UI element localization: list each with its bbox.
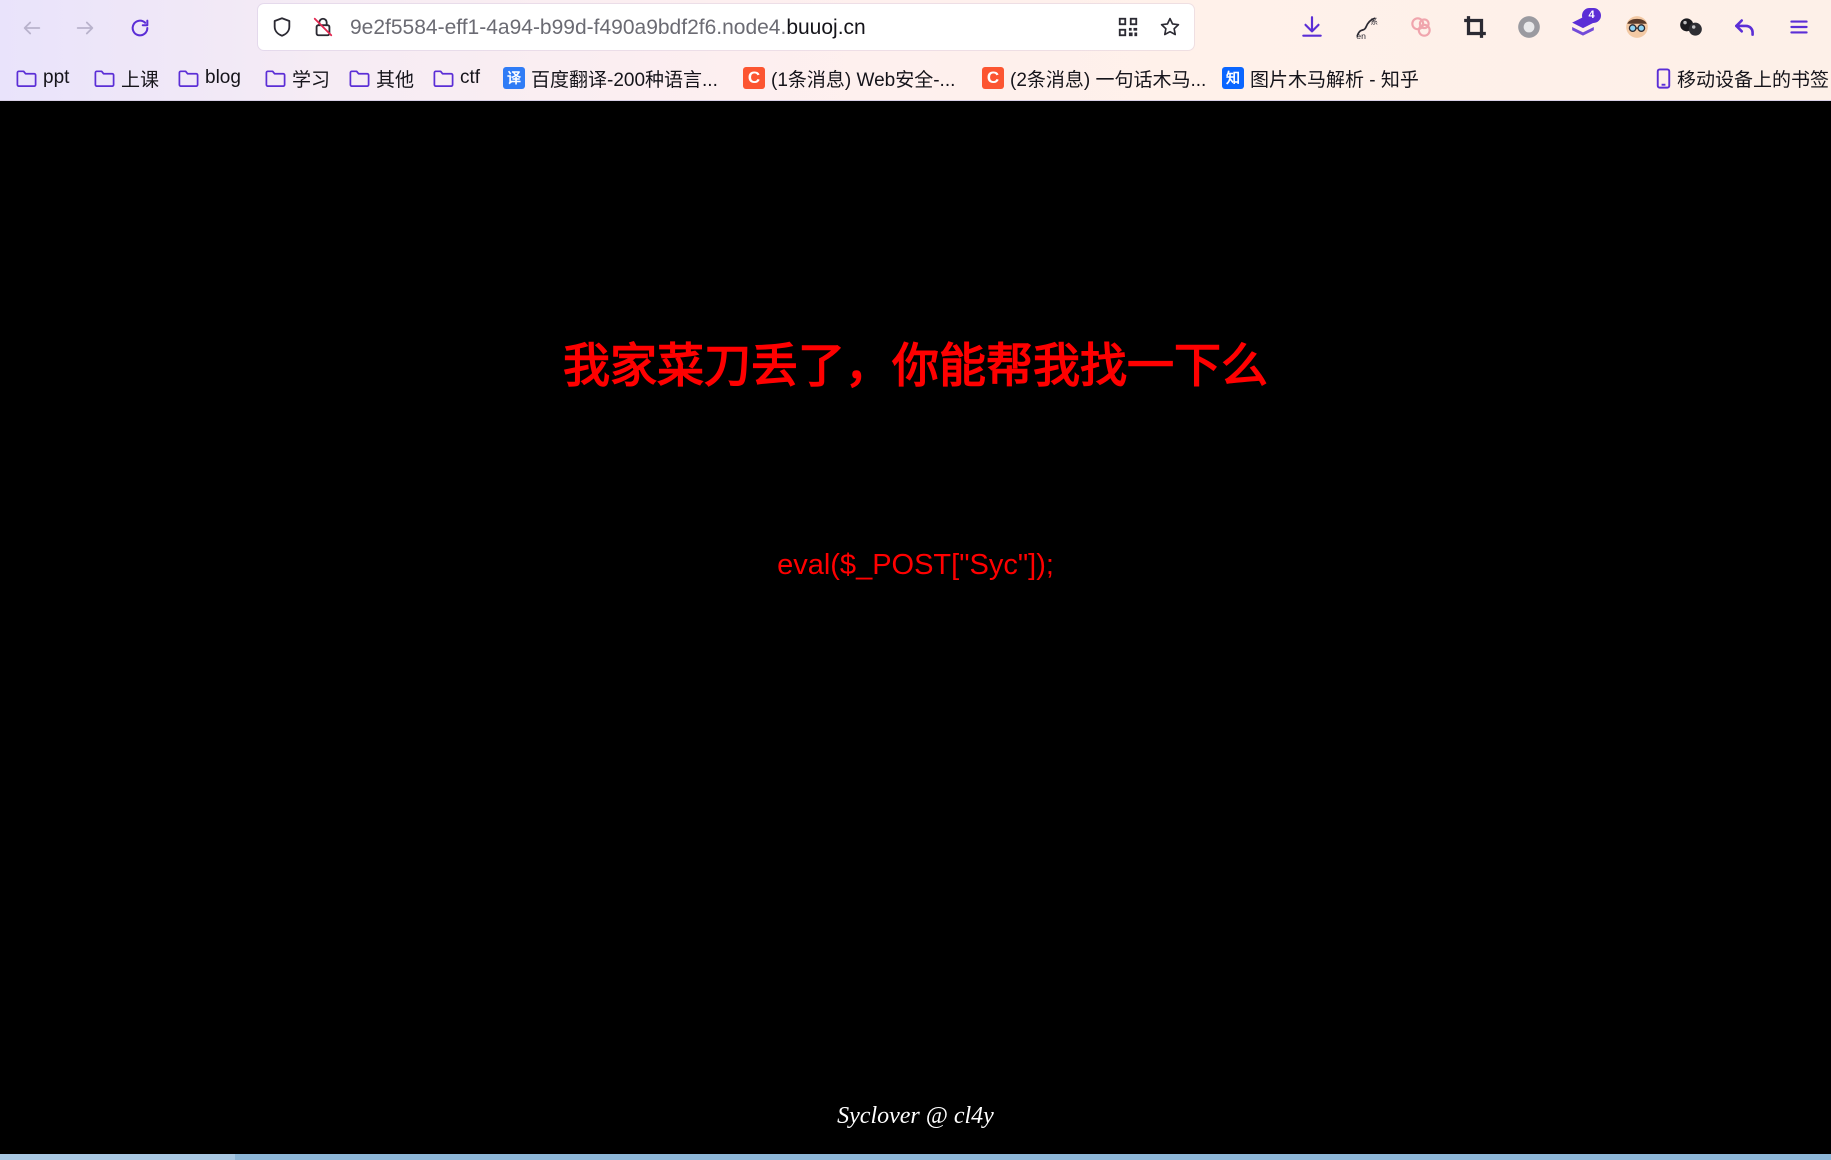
bookmark-zhihu-image-trojan[interactable]: 知 图片木马解析 - 知乎 <box>1221 64 1419 92</box>
folder-icon <box>347 66 371 90</box>
bookmark-baidu-translate[interactable]: 译 百度翻译-200种语言... <box>502 64 718 92</box>
folder-icon <box>92 66 116 90</box>
csdn-favicon: C <box>742 66 766 90</box>
record-extension-button[interactable] <box>1513 11 1545 43</box>
bookmark-star-icon[interactable] <box>1158 15 1182 39</box>
bookmark-folder-ctf[interactable]: ctf <box>431 64 480 92</box>
translate-favicon: 译 <box>502 66 526 90</box>
folder-icon <box>14 66 38 90</box>
horizontal-scrollbar[interactable] <box>0 1154 1831 1160</box>
eval-code-text: eval($_POST["Syc"]); <box>777 549 1054 581</box>
glasses-face-icon <box>1626 16 1648 38</box>
svg-text:en: en <box>1356 31 1366 40</box>
app-menu-button[interactable] <box>1783 11 1815 43</box>
scrollbar-thumb[interactable] <box>0 1154 235 1160</box>
crop-icon <box>1464 16 1486 38</box>
arrow-left-icon <box>23 21 41 35</box>
balls-extension-button[interactable] <box>1675 11 1707 43</box>
mobile-bookmarks-button[interactable]: 移动设备上的书签 <box>1651 64 1829 92</box>
folder-icon <box>263 66 287 90</box>
translate-extension-button[interactable]: en 系 <box>1350 11 1382 43</box>
forward-button[interactable] <box>67 10 103 46</box>
linked-circles-icon <box>1411 17 1431 37</box>
insecure-lock-icon[interactable] <box>311 15 335 39</box>
black-balls-icon <box>1680 18 1702 36</box>
extension-count-badge: 4 <box>1582 8 1601 23</box>
page-footer-credit: Syclover @ cl4y <box>837 1103 994 1129</box>
bookmark-label: (1条消息) Web安全-... <box>771 69 956 91</box>
hamburger-menu-icon <box>1790 20 1808 34</box>
url-domain: buuoj.cn <box>786 16 866 39</box>
bookmark-label: 百度翻译-200种语言... <box>531 69 718 91</box>
qr-code-icon[interactable] <box>1116 15 1140 39</box>
address-bar[interactable]: 9e2f5584-eff1-4a94-b99d-f490a9bdf2f6.nod… <box>258 4 1194 50</box>
undo-extension-button[interactable] <box>1729 11 1761 43</box>
svg-text:系: 系 <box>1370 16 1378 26</box>
bookmark-label: 其他 <box>376 69 415 91</box>
stack-extension-button[interactable]: 4 <box>1567 8 1601 43</box>
browser-chrome: 9e2f5584-eff1-4a94-b99d-f490a9bdf2f6.nod… <box>0 0 1831 101</box>
avatar-extension-button[interactable] <box>1621 11 1653 43</box>
bookmark-label: 学习 <box>292 69 331 91</box>
url-text[interactable]: 9e2f5584-eff1-4a94-b99d-f490a9bdf2f6.nod… <box>350 16 866 40</box>
bookmark-csdn-webshell[interactable]: C (2条消息) 一句话木马... <box>981 64 1206 92</box>
folder-icon <box>431 66 455 90</box>
bookmark-folder-class[interactable]: 上课 <box>92 64 159 92</box>
bookmark-label: ppt <box>43 67 70 88</box>
mobile-phone-icon <box>1651 66 1675 90</box>
bookmark-folder-blog[interactable]: blog <box>176 64 241 92</box>
bookmark-csdn-web-security[interactable]: C (1条消息) Web安全-... <box>742 64 955 92</box>
mobile-bookmarks-label: 移动设备上的书签 <box>1677 69 1830 91</box>
bookmark-label: ctf <box>460 67 481 88</box>
page-headline: 我家菜刀丢了，你能帮我找一下么 <box>563 339 1268 394</box>
bookmarks-toolbar: ppt 上课 blog 学习 其他 ctf 译 百度翻译-200种语言... C <box>0 58 1831 100</box>
crop-screenshot-button[interactable] <box>1459 11 1491 43</box>
url-path: 9e2f5584-eff1-4a94-b99d-f490a9bdf2f6.nod… <box>350 16 787 39</box>
page-content: 我家菜刀丢了，你能帮我找一下么 eval($_POST["Syc"]); Syc… <box>0 101 1831 1154</box>
bookmark-folder-other[interactable]: 其他 <box>347 64 414 92</box>
translate-icon: en 系 <box>1356 16 1378 40</box>
bookmark-label: (2条消息) 一句话木马... <box>1010 69 1207 91</box>
back-button[interactable] <box>14 10 50 46</box>
arrow-right-icon <box>76 21 94 35</box>
bookmark-label: 图片木马解析 - 知乎 <box>1250 69 1419 91</box>
reload-icon <box>131 19 149 37</box>
downloads-button[interactable] <box>1296 11 1328 43</box>
reload-button[interactable] <box>122 10 158 46</box>
bookmark-folder-ppt[interactable]: ppt <box>14 64 69 92</box>
download-icon <box>1302 16 1322 37</box>
csdn-favicon: C <box>981 66 1005 90</box>
navigation-toolbar: 9e2f5584-eff1-4a94-b99d-f490a9bdf2f6.nod… <box>0 0 1831 56</box>
circles-extension-button[interactable] <box>1405 11 1437 43</box>
zhihu-favicon: 知 <box>1221 66 1245 90</box>
folder-icon <box>176 66 200 90</box>
bookmark-label: 上课 <box>121 69 160 91</box>
bookmark-folder-study[interactable]: 学习 <box>263 64 330 92</box>
tracking-protection-icon[interactable] <box>270 15 294 39</box>
bookmark-label: blog <box>205 67 241 88</box>
record-circle-icon <box>1518 16 1540 38</box>
undo-arrow-icon <box>1735 19 1754 36</box>
